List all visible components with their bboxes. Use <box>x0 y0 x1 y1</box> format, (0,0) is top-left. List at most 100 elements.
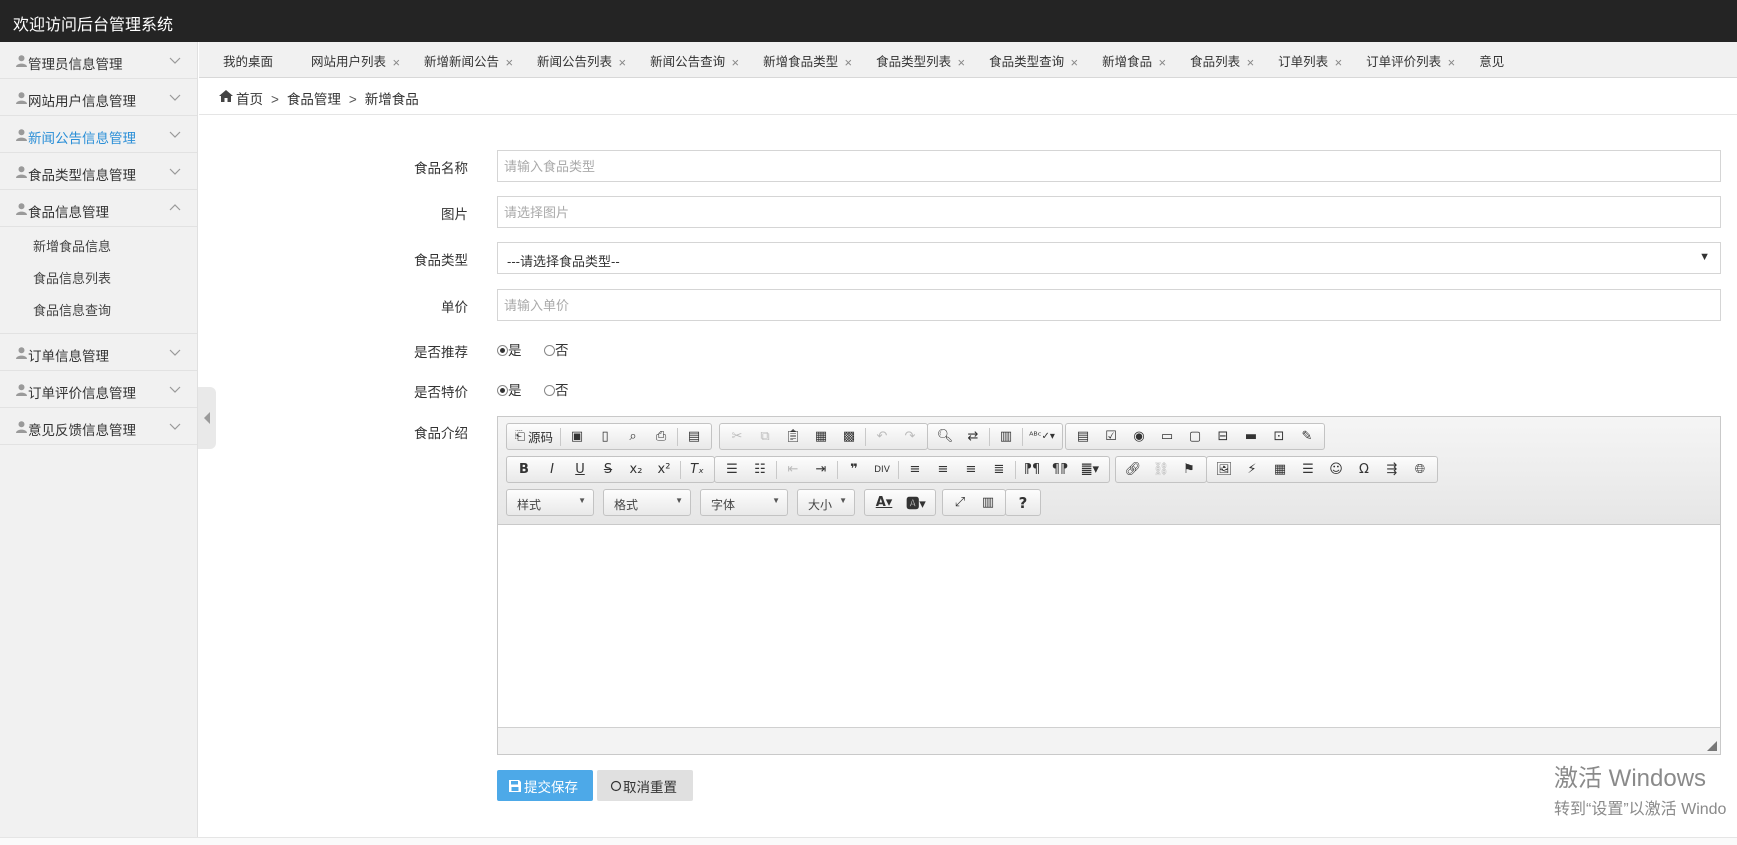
templates-button[interactable]: ▤ <box>680 424 708 449</box>
resize-grip-icon[interactable] <box>1707 741 1717 751</box>
smiley-button[interactable]: ☺ <box>1322 457 1350 482</box>
superscript-button[interactable]: x² <box>650 457 678 482</box>
image-insert-button[interactable]: 🖼︎ <box>1210 457 1238 482</box>
sidebar-item[interactable]: 食品信息管理 <box>0 190 197 227</box>
format-combo[interactable]: 格式 ▼ <box>603 489 691 516</box>
print-button[interactable]: ⎙ <box>647 424 675 449</box>
horizontal-rule-button[interactable]: ☰ <box>1294 457 1322 482</box>
preview-button[interactable]: ⌕ <box>619 424 647 449</box>
select-all-button[interactable]: ▥ <box>992 424 1020 449</box>
close-icon[interactable]: × <box>1071 48 1079 77</box>
radio-button[interactable]: ◉ <box>1125 424 1153 449</box>
size-combo[interactable]: 大小 ▼ <box>797 489 855 516</box>
editor-content-area[interactable] <box>498 525 1720 728</box>
select-button[interactable]: ⊟ <box>1209 424 1237 449</box>
show-blocks-button[interactable]: ▥ <box>974 490 1002 515</box>
paste-text-button[interactable]: ▦ <box>807 424 835 449</box>
justify-button[interactable]: ≣ <box>985 457 1013 482</box>
close-icon[interactable]: × <box>618 48 626 77</box>
breadcrumb-food-management[interactable]: 食品管理 <box>287 92 341 107</box>
sidebar-item[interactable]: 网站用户信息管理 <box>0 79 197 116</box>
save-doc-button[interactable]: ▣ <box>563 424 591 449</box>
undo-button[interactable]: ↶ <box>868 424 896 449</box>
sidebar-collapse-handle[interactable] <box>198 387 216 449</box>
text-color-button[interactable]: A▾ <box>868 490 900 515</box>
link-button[interactable]: 🔗︎ <box>1119 457 1147 482</box>
close-icon[interactable]: × <box>1448 48 1456 77</box>
sidebar-item[interactable]: 新闻公告信息管理 <box>0 116 197 153</box>
ltr-button[interactable]: ⁋¶ <box>1018 457 1046 482</box>
form-button-button[interactable]: ▬ <box>1237 424 1265 449</box>
creatediv-button[interactable]: DIV <box>868 457 896 482</box>
sidebar-item[interactable]: 食品类型信息管理 <box>0 153 197 190</box>
close-icon[interactable]: × <box>1335 48 1343 77</box>
recommend-no-radio[interactable]: 否 <box>544 339 569 359</box>
sidebar-subitem[interactable]: 食品信息查询 <box>0 295 197 327</box>
style-combo[interactable]: 样式 ▼ <box>506 489 594 516</box>
paste-word-button[interactable]: ▩ <box>835 424 863 449</box>
tab[interactable]: 新闻公告查询 × <box>626 48 751 77</box>
redo-button[interactable]: ↷ <box>896 424 924 449</box>
form-button[interactable]: ▤ <box>1069 424 1097 449</box>
close-icon[interactable]: × <box>845 48 853 77</box>
close-icon[interactable]: × <box>505 48 513 77</box>
font-combo[interactable]: 字体 ▼ <box>700 489 788 516</box>
new-page-button[interactable]: ▯ <box>591 424 619 449</box>
tab[interactable]: 订单评价列表 × <box>1342 48 1467 77</box>
textarea-button[interactable]: ▢ <box>1181 424 1209 449</box>
remove-format-button[interactable]: Tₓ <box>683 457 711 482</box>
replace-button[interactable]: ⇄ <box>959 424 987 449</box>
sidebar-item[interactable]: 管理员信息管理 <box>0 42 197 79</box>
cut-button[interactable]: ✂ <box>723 424 751 449</box>
blockquote-button[interactable]: ❞ <box>840 457 868 482</box>
recommend-yes-radio[interactable]: 是 <box>497 339 522 359</box>
page-break-button[interactable]: ⇶ <box>1378 457 1406 482</box>
tab[interactable]: 意见 <box>1455 48 1530 77</box>
source-button[interactable]: ⎗ 源码 <box>510 424 558 449</box>
underline-button[interactable]: U <box>566 457 594 482</box>
align-center-button[interactable]: ≡ <box>929 457 957 482</box>
close-icon[interactable]: × <box>958 48 966 77</box>
image-input[interactable] <box>497 196 1721 228</box>
cancel-reset-button[interactable]: 取消重置 <box>597 770 693 801</box>
food-name-input[interactable] <box>497 150 1721 182</box>
tab[interactable]: 新闻公告列表 × <box>513 48 638 77</box>
italic-button[interactable]: I <box>538 457 566 482</box>
bg-color-button[interactable]: 🅰︎▾ <box>900 490 932 515</box>
tab[interactable]: 新增食品类型 × <box>739 48 864 77</box>
textfield-button[interactable]: ▭ <box>1153 424 1181 449</box>
special-yes-radio[interactable]: 是 <box>497 379 522 399</box>
subscript-button[interactable]: x₂ <box>622 457 650 482</box>
spellcheck-button[interactable]: ᴬᴮᶜ✓▾ <box>1025 424 1059 449</box>
price-input[interactable] <box>497 289 1721 321</box>
sidebar-subitem[interactable]: 食品信息列表 <box>0 263 197 295</box>
tab[interactable]: 网站用户列表 × <box>287 48 412 77</box>
tab[interactable]: 食品类型列表 × <box>852 48 977 77</box>
find-button[interactable]: 🔍︎ <box>931 424 959 449</box>
tab[interactable]: 新增新闻公告 × <box>400 48 525 77</box>
sidebar-item[interactable]: 意见反馈信息管理 <box>0 408 197 445</box>
anchor-button[interactable]: ⚑ <box>1175 457 1203 482</box>
sidebar-item[interactable]: 订单评价信息管理 <box>0 371 197 408</box>
close-icon[interactable]: × <box>1159 48 1167 77</box>
about-button[interactable]: ? <box>1009 490 1037 515</box>
checkbox-button[interactable]: ☑ <box>1097 424 1125 449</box>
food-type-select[interactable]: ---请选择食品类型-- ▼ <box>497 242 1721 274</box>
indent-button[interactable]: ⇥ <box>807 457 835 482</box>
image-button-button[interactable]: ⊡ <box>1265 424 1293 449</box>
special-char-button[interactable]: Ω <box>1350 457 1378 482</box>
flash-button[interactable]: ⚡︎ <box>1238 457 1266 482</box>
align-left-button[interactable]: ≡ <box>901 457 929 482</box>
tab[interactable]: 食品类型查询 × <box>965 48 1090 77</box>
copy-button[interactable]: ⧉ <box>751 424 779 449</box>
outdent-button[interactable]: ⇤ <box>779 457 807 482</box>
rtl-button[interactable]: ¶⁋ <box>1046 457 1074 482</box>
bold-button[interactable]: B <box>510 457 538 482</box>
breadcrumb-home[interactable]: 首页 <box>236 92 263 107</box>
numbered-list-button[interactable]: ☰ <box>718 457 746 482</box>
sidebar-subitem[interactable]: 新增食品信息 <box>0 231 197 263</box>
close-icon[interactable]: × <box>392 48 400 77</box>
unlink-button[interactable]: ⛓ <box>1147 457 1175 482</box>
iframe-button[interactable]: 🌐︎ <box>1406 457 1434 482</box>
hidden-field-button[interactable]: ✎ <box>1293 424 1321 449</box>
